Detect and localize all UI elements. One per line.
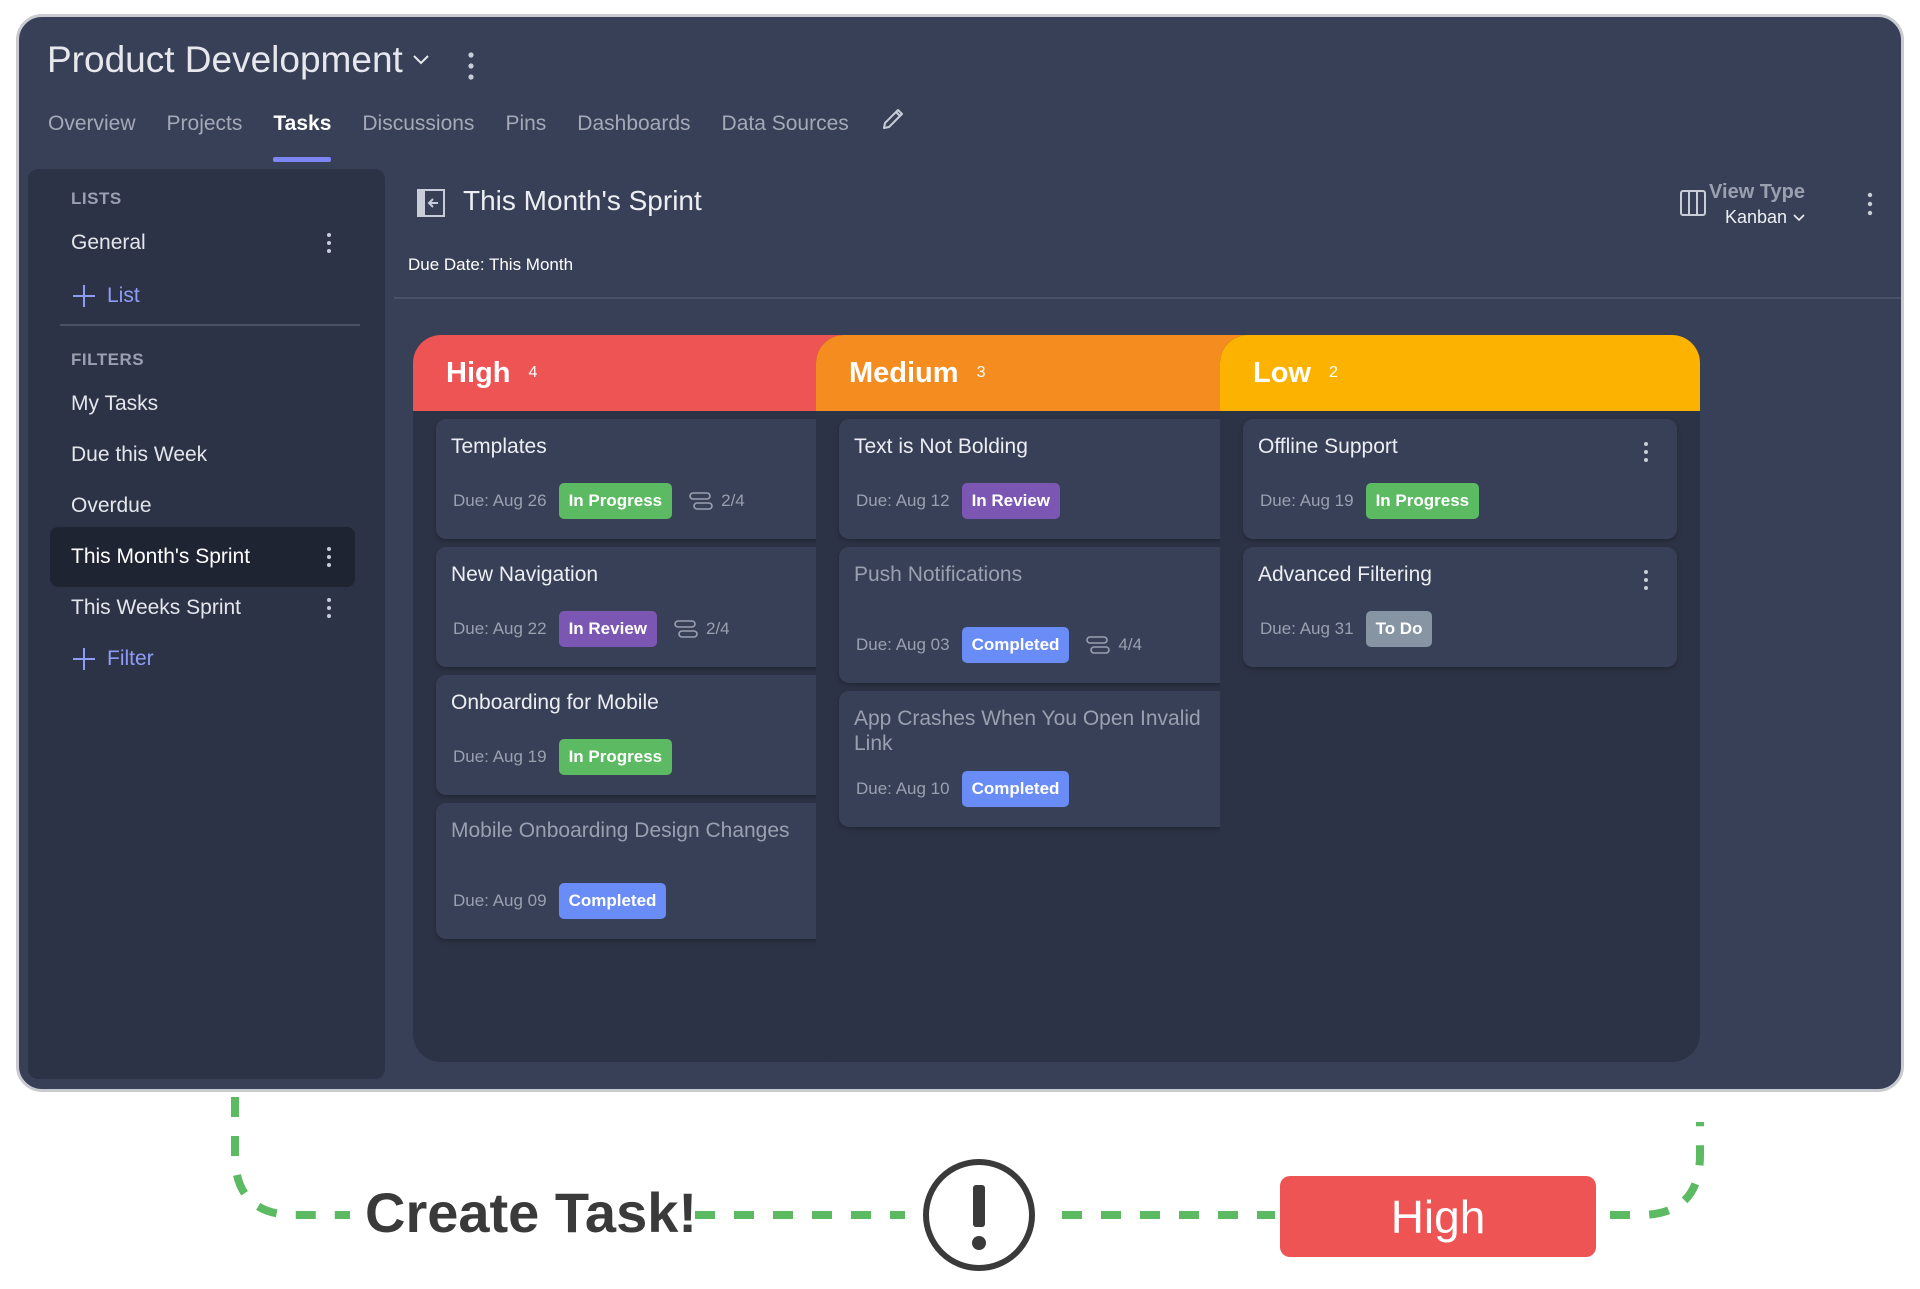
flow-connector <box>231 1097 1704 1271</box>
exclamation-circle-icon <box>923 1159 1035 1271</box>
dashed-connector-right <box>1610 1122 1704 1219</box>
dashed-connector-left <box>231 1097 350 1219</box>
create-task-caption: Create Task! <box>365 1181 698 1244</box>
priority-badge-high: High <box>1280 1176 1596 1257</box>
